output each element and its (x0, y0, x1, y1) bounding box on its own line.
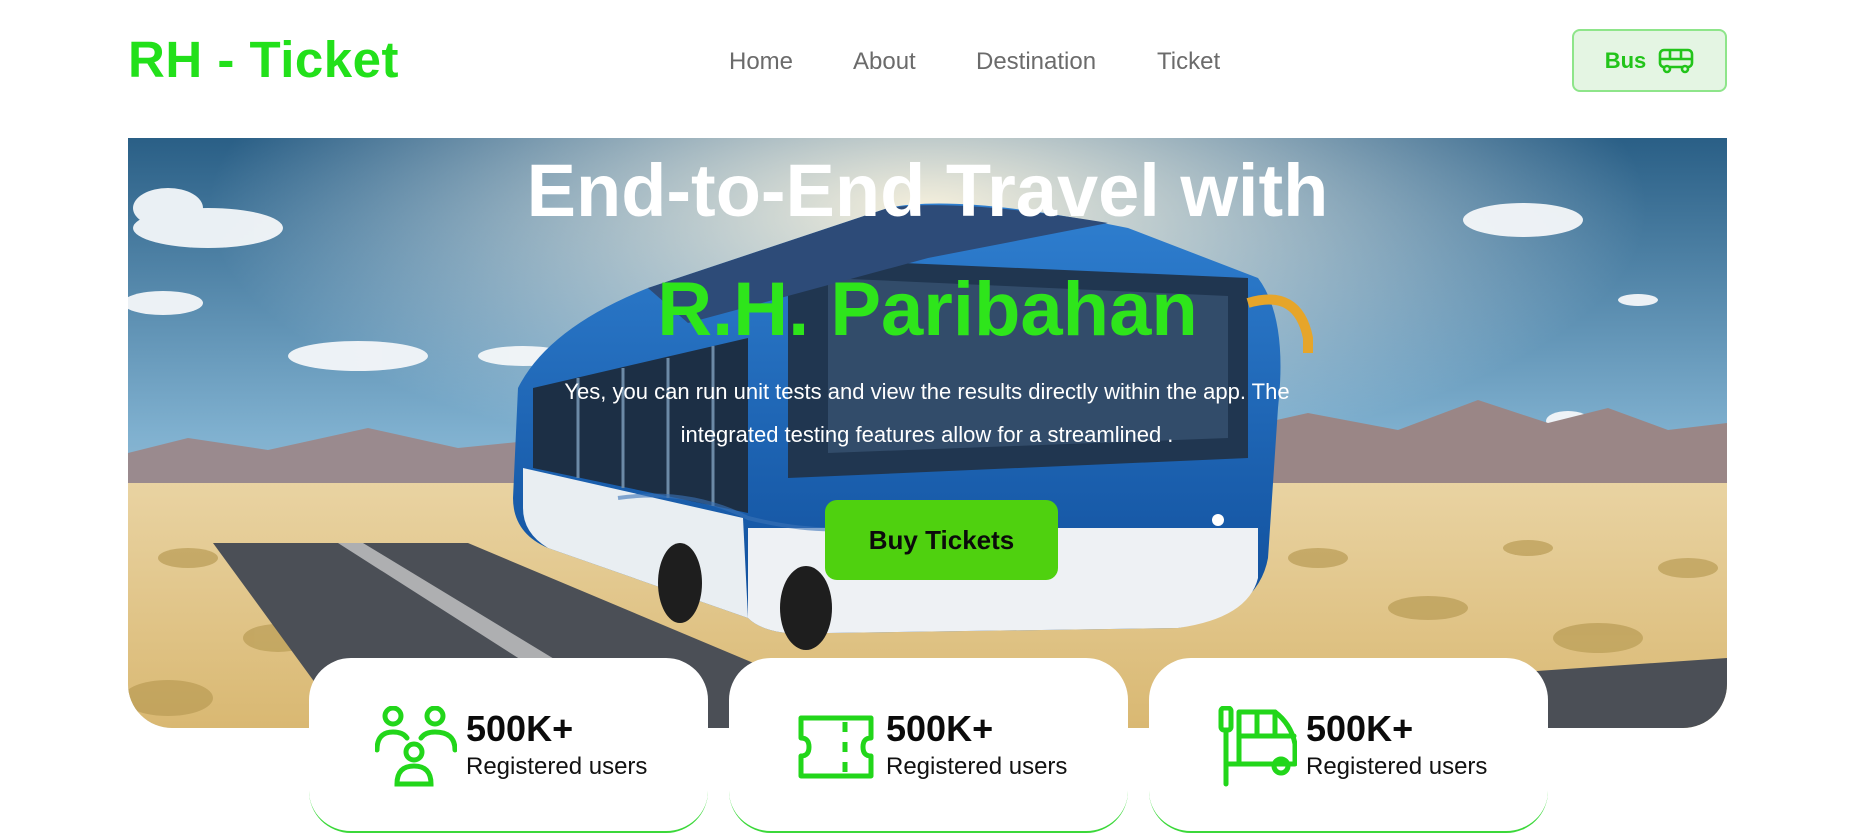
hero-description: Yes, you can run unit tests and view the… (564, 379, 1290, 447)
nav-destination[interactable]: Destination (976, 48, 1096, 76)
stat-card: 500K+ Registered users (1149, 658, 1548, 833)
hero-section: End-to-End Travel with R.H. Paribahan Ye… (128, 138, 1727, 728)
stat-card: 500K+ Registered users (729, 658, 1128, 833)
buy-tickets-button[interactable]: Buy Tickets (825, 500, 1058, 580)
site-header: RH - Ticket Home About Destination Ticke… (0, 0, 1854, 120)
nav-ticket[interactable]: Ticket (1157, 48, 1220, 76)
stat-label: Registered users (1306, 753, 1488, 780)
nav-about[interactable]: About (853, 48, 916, 76)
ticket-icon (798, 715, 874, 779)
users-icon (375, 706, 457, 787)
stat-card: 500K+ Registered users (309, 658, 708, 833)
stat-value: 500K+ (466, 708, 574, 749)
stat-label: Registered users (886, 753, 1068, 780)
hero-brand-name: R.H. Paribahan (657, 267, 1198, 352)
stat-value: 500K+ (886, 708, 994, 749)
bus-button[interactable]: Bus (1572, 29, 1727, 92)
nav-home[interactable]: Home (729, 48, 793, 76)
bus-icon (1658, 48, 1694, 73)
bus-stop-icon (1218, 706, 1297, 787)
bus-button-label: Bus (1604, 47, 1647, 73)
stat-value: 500K+ (1306, 708, 1414, 749)
hero-title: End-to-End Travel with (526, 149, 1329, 232)
stat-label: Registered users (466, 753, 648, 780)
